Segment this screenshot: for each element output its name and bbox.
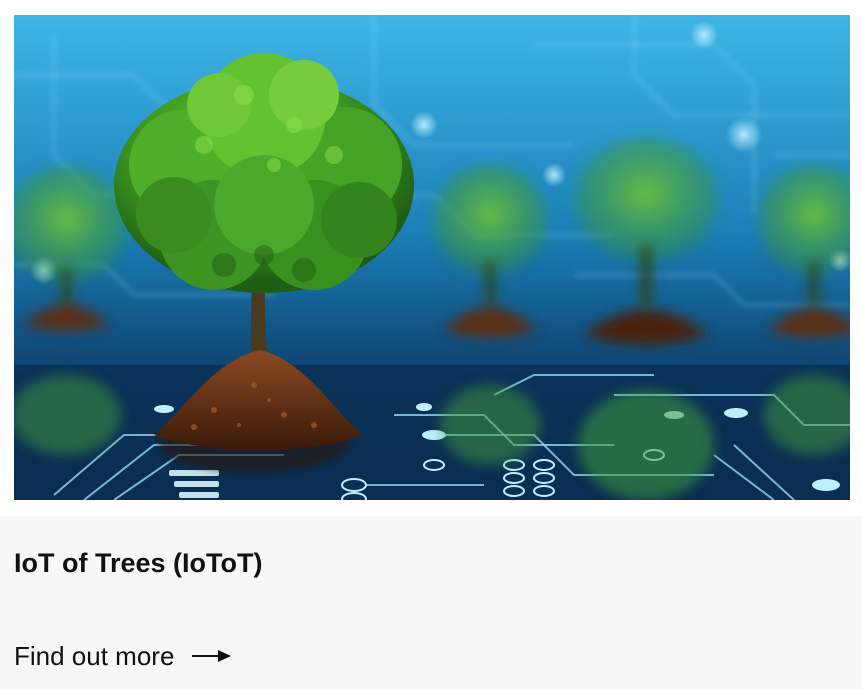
tree-circuit-illustration bbox=[14, 15, 850, 500]
find-out-more-link[interactable]: Find out more bbox=[14, 640, 232, 672]
find-out-more-label: Find out more bbox=[14, 641, 175, 671]
card-image[interactable] bbox=[14, 15, 850, 500]
card-title[interactable]: IoT of Trees (IoToT) bbox=[14, 546, 262, 580]
feature-card[interactable]: IoT of Trees (IoToT) Find out more bbox=[0, 0, 862, 689]
card-body: IoT of Trees (IoToT) Find out more bbox=[0, 516, 862, 689]
arrow-right-icon bbox=[192, 648, 232, 664]
